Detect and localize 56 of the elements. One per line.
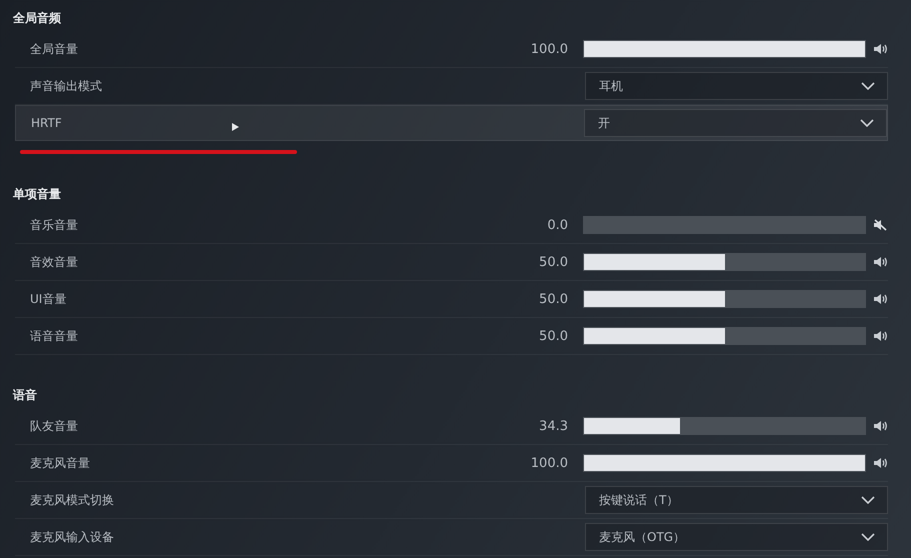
volume-slider[interactable]: [583, 253, 866, 271]
setting-label: HRTF: [31, 116, 63, 130]
section-heading: 单项音量: [13, 186, 62, 203]
speaker-icon[interactable]: [873, 330, 888, 342]
highlighted-setting-row[interactable]: HRTF 开: [15, 105, 888, 141]
setting-label: 音乐音量: [30, 216, 79, 234]
setting-label: UI音量: [30, 290, 68, 308]
value-reading: 50.0: [538, 292, 568, 306]
setting-row[interactable]: 麦克风输入设备 麦克风（OTG）: [15, 519, 888, 556]
dropdown-select[interactable]: 开: [584, 109, 887, 137]
section-heading: 全局音频: [13, 10, 62, 27]
setting-row[interactable]: 音乐音量 0.0: [15, 207, 888, 244]
speaker-icon[interactable]: [873, 420, 888, 432]
setting-row[interactable]: 声音输出模式 耳机: [15, 68, 888, 105]
value-reading: 100.0: [530, 456, 568, 470]
setting-label: 语音音量: [30, 328, 79, 344]
muted-speaker-icon[interactable]: [873, 219, 888, 231]
setting-row[interactable]: 队友音量 34.3: [15, 408, 888, 445]
value-reading: 34.3: [538, 418, 568, 434]
setting-row[interactable]: 麦克风模式切换 按键说话（T）: [15, 482, 888, 519]
setting-label: 队友音量: [30, 418, 79, 434]
chevron-down-icon: [861, 496, 875, 504]
dropdown-select[interactable]: 按键说话（T）: [585, 486, 888, 514]
speaker-icon[interactable]: [873, 256, 888, 268]
setting-label: 声音输出模式: [30, 78, 103, 94]
chevron-down-icon: [861, 533, 875, 541]
value-reading: 50.0: [538, 254, 568, 270]
dropdown-value: 开: [598, 114, 610, 132]
dropdown-select[interactable]: 麦克风（OTG）: [585, 523, 888, 551]
value-reading: 0.0: [546, 218, 568, 232]
dropdown-value: 麦克风（OTG）: [599, 528, 686, 546]
dropdown-value: 按键说话（T）: [599, 492, 678, 508]
speaker-icon[interactable]: [873, 43, 888, 55]
speaker-icon[interactable]: [873, 293, 888, 305]
setting-row[interactable]: 语音音量 50.0: [15, 318, 888, 355]
setting-label: 音效音量: [30, 254, 79, 270]
chevron-down-icon: [860, 119, 874, 127]
setting-row[interactable]: 音效音量 50.0: [15, 244, 888, 281]
setting-label: 麦克风音量: [30, 454, 91, 472]
value-reading: 100.0: [530, 42, 568, 56]
setting-label: 麦克风输入设备: [30, 528, 115, 546]
dropdown-select[interactable]: 耳机: [585, 72, 888, 100]
setting-row[interactable]: 全局音量 100.0: [15, 31, 888, 68]
section-heading: 语音: [13, 387, 38, 404]
volume-slider[interactable]: [583, 327, 866, 345]
setting-label: 全局音量: [30, 40, 79, 58]
volume-slider[interactable]: [583, 216, 866, 234]
setting-label: 麦克风模式切换: [30, 492, 115, 508]
setting-row[interactable]: UI音量 50.0: [15, 281, 888, 318]
volume-slider[interactable]: [583, 417, 866, 435]
speaker-icon[interactable]: [873, 457, 888, 469]
value-reading: 50.0: [538, 328, 568, 344]
dropdown-value: 耳机: [599, 78, 623, 94]
setting-row[interactable]: 麦克风音量 100.0: [15, 445, 888, 482]
chevron-down-icon: [861, 82, 875, 90]
volume-slider[interactable]: [583, 290, 866, 308]
